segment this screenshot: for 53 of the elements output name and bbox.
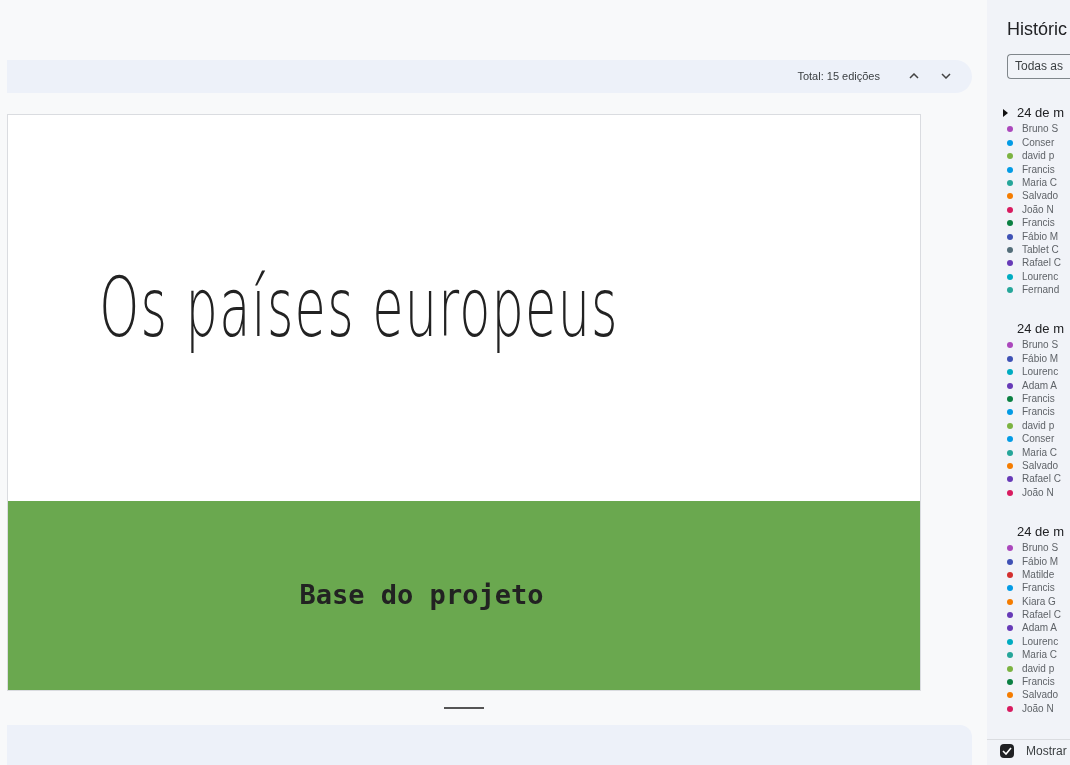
editor-name: Salvado — [1022, 191, 1059, 202]
editor-name: Kiara G — [1022, 596, 1056, 607]
editor-name: Conser — [1022, 137, 1055, 148]
editor-name: Rafael C — [1022, 610, 1061, 621]
editor-name: Fábio M — [1022, 231, 1059, 242]
editor-name: Fernand — [1022, 285, 1060, 296]
editor-name: Maria C — [1022, 177, 1057, 188]
editor-name: João N — [1022, 703, 1054, 714]
editor-name: João N — [1022, 204, 1054, 215]
editor-name: Bruno S — [1022, 124, 1059, 135]
editor-name: Tablet C — [1022, 244, 1059, 255]
date-heading[interactable]: 24 de m — [1017, 521, 1064, 542]
filter-dropdown[interactable]: Todas as — [1007, 54, 1070, 79]
slide-subtitle: Base do projeto — [299, 578, 544, 613]
editor-name: João N — [1022, 487, 1054, 498]
editor-name: david p — [1022, 151, 1055, 162]
editor-name: Salvado — [1022, 690, 1059, 701]
editor-name: david p — [1022, 420, 1055, 431]
editor-name: Fábio M — [1022, 556, 1059, 567]
chevron-down-icon — [941, 73, 951, 80]
editor-name: Francis — [1022, 583, 1055, 594]
editor-name: Rafael C — [1022, 474, 1061, 485]
editor-name: Maria C — [1022, 650, 1057, 661]
resize-handle[interactable] — [444, 707, 484, 710]
editor-name: Conser — [1022, 434, 1055, 445]
checkbox[interactable] — [1000, 744, 1014, 759]
editor-name: Salvado — [1022, 460, 1059, 471]
editor-name: Matilde — [1022, 569, 1055, 580]
slide-title: Os países europeus — [99, 259, 619, 358]
editor-name: Lourenc — [1022, 636, 1059, 647]
date-heading[interactable]: 24 de m — [1017, 319, 1064, 339]
editor-name: Rafael C — [1022, 258, 1061, 269]
editor-name: Adam A — [1022, 380, 1058, 391]
edit-count: Total: 15 edições — [797, 69, 880, 85]
editor-name: Lourenc — [1022, 367, 1059, 378]
editor-name: Francis — [1022, 394, 1055, 404]
editor-name: Francis — [1022, 164, 1055, 175]
editor-name: Lourenc — [1022, 271, 1059, 282]
expand-triangle-icon[interactable] — [1003, 108, 1008, 117]
editor-name: Adam A — [1022, 623, 1058, 634]
editor-name: Fábio M — [1022, 353, 1059, 364]
date-heading[interactable]: 24 de m — [1017, 102, 1064, 123]
editor-name: david p — [1022, 663, 1055, 674]
editor-name: Francis — [1022, 407, 1055, 418]
checkbox-label: Mostrar — [1026, 743, 1067, 761]
editor-name: Bruno S — [1022, 543, 1059, 554]
panel-title: Históric — [1007, 18, 1068, 41]
editor-name: Francis — [1022, 677, 1055, 688]
editor-name: Francis — [1022, 218, 1055, 229]
editor-name: Maria C — [1022, 447, 1057, 458]
chevron-up-icon — [909, 73, 919, 80]
editor-name: Bruno S — [1022, 340, 1059, 351]
check-icon — [1002, 747, 1012, 756]
